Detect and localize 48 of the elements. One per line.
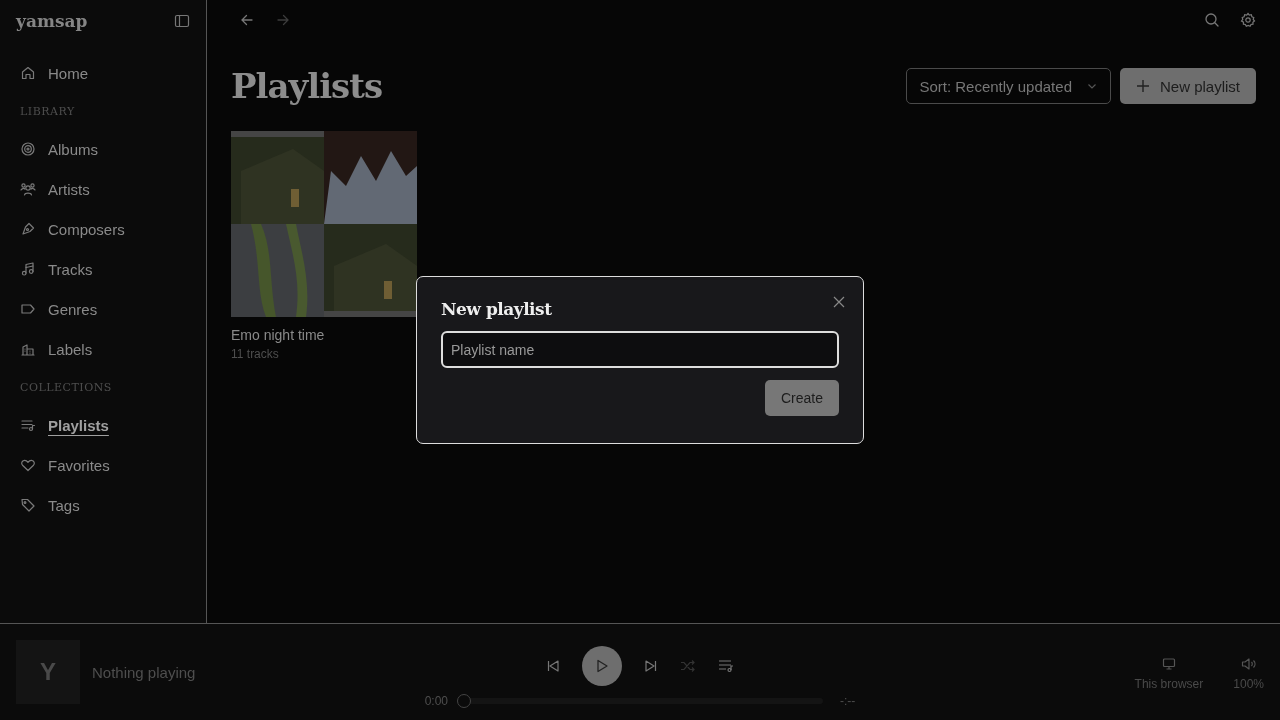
- plus-icon: [1135, 79, 1150, 93]
- speaker-icon: [1240, 657, 1257, 671]
- track-count: 11 tracks: [231, 347, 280, 361]
- dialog-title: New playlist: [441, 299, 553, 319]
- progress-handle[interactable]: [457, 694, 471, 708]
- new-playlist-button[interactable]: New playlist: [1119, 68, 1256, 104]
- settings-icon[interactable]: [1240, 12, 1256, 28]
- next-icon[interactable]: [644, 659, 658, 673]
- back-arrow-icon[interactable]: [239, 12, 255, 28]
- tag-icon: [20, 497, 36, 513]
- play-icon: [594, 658, 610, 674]
- page-title: Playlists: [231, 66, 383, 106]
- playlist-name-field[interactable]: Playlist name: [441, 331, 839, 368]
- queue-icon[interactable]: [718, 659, 734, 673]
- app-logo: yamsap: [16, 11, 88, 31]
- search-icon[interactable]: [1204, 12, 1220, 28]
- nav-item[interactable]: Favorites: [20, 445, 206, 485]
- previous-icon[interactable]: [546, 659, 560, 673]
- playlist-card[interactable]: Emo night time 11 tracks: [231, 131, 417, 361]
- nav-item[interactable]: Playlists: [20, 405, 206, 445]
- nav-item[interactable]: Home: [20, 53, 206, 93]
- elapsed-time: 0:00: [424, 694, 448, 708]
- now-playing-text: Nothing playing: [92, 663, 196, 681]
- duration-time: -:--: [840, 694, 856, 708]
- disc-icon: [20, 141, 36, 157]
- sidebar-toggle-icon[interactable]: [174, 13, 190, 29]
- label-icon: [20, 301, 36, 317]
- home-icon: [20, 65, 36, 81]
- nav-item[interactable]: Artists: [20, 169, 206, 209]
- nav-item[interactable]: Composers: [20, 209, 206, 249]
- create-button[interactable]: Create: [764, 380, 839, 416]
- monitor-icon: [1161, 657, 1176, 671]
- nav-item[interactable]: Genres: [20, 289, 206, 329]
- nav-item[interactable]: Albums: [20, 129, 206, 169]
- music-note-icon: [20, 261, 36, 277]
- nav-item[interactable]: Tags: [20, 485, 206, 525]
- heart-icon: [20, 457, 36, 473]
- playlist-name: Emo night time: [231, 327, 326, 343]
- nav-item[interactable]: Labels: [20, 329, 206, 369]
- section-heading: COLLECTIONS: [20, 379, 113, 396]
- pen-icon: [20, 221, 36, 237]
- close-icon[interactable]: [833, 296, 845, 308]
- list-music-icon: [20, 417, 36, 433]
- nav-item[interactable]: Tracks: [20, 249, 206, 289]
- section-heading: LIBRARY: [20, 103, 76, 120]
- people-icon: [20, 181, 36, 197]
- play-button[interactable]: [582, 646, 622, 686]
- sort-dropdown[interactable]: Sort: Recently updated: [906, 68, 1111, 104]
